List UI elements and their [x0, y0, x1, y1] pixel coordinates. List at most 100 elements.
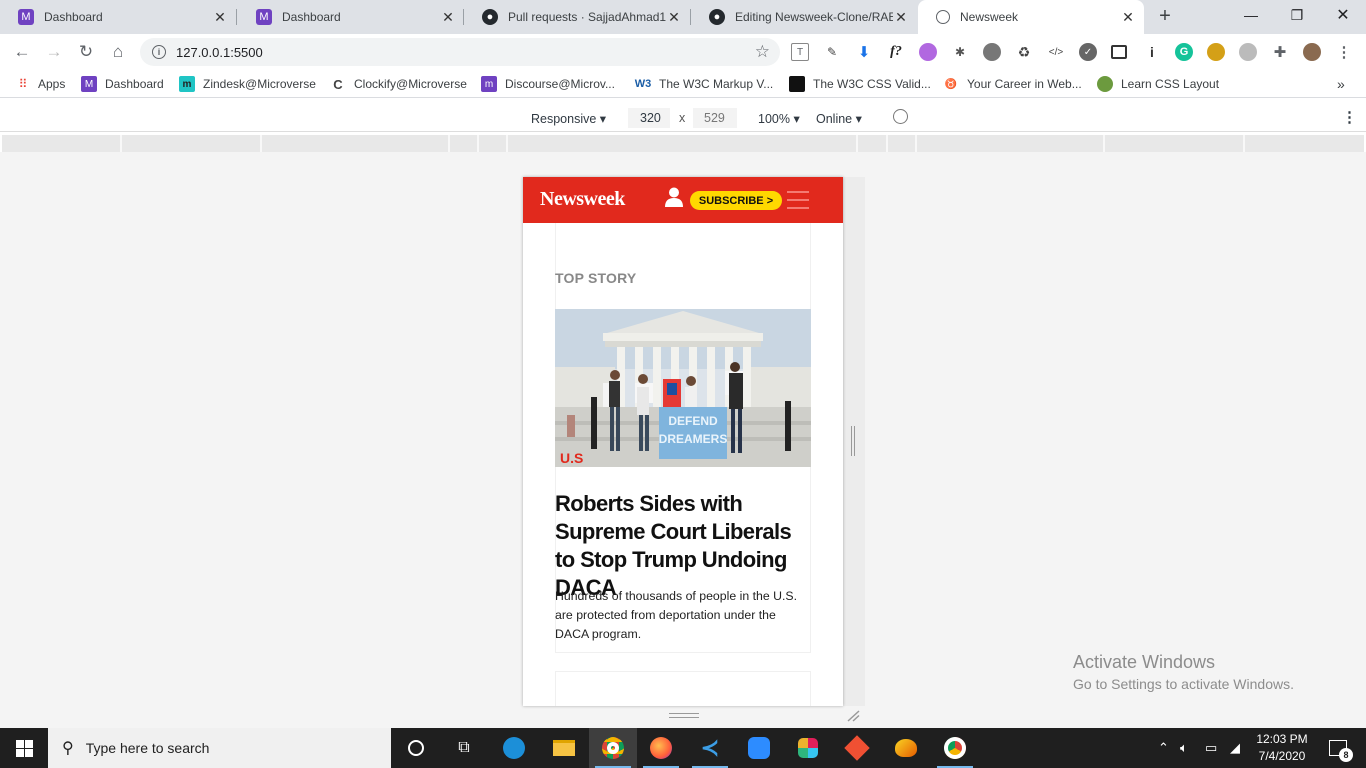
- throttle-select-label: Online: [816, 112, 853, 126]
- color-extension-icon[interactable]: [919, 43, 937, 61]
- battery-icon[interactable]: ▭: [1205, 740, 1217, 756]
- system-clock[interactable]: 12:03 PM 7/4/2020: [1254, 731, 1310, 765]
- download-extension-icon[interactable]: ⬇: [855, 43, 873, 61]
- close-icon[interactable]: ✕: [440, 9, 456, 25]
- taskbar-search[interactable]: ⚲ Type here to search: [48, 728, 391, 768]
- resize-handle-right[interactable]: [851, 426, 855, 456]
- bookmark-w3c-css[interactable]: The W3C CSS Valid...: [789, 76, 931, 92]
- tab-dashboard-1[interactable]: M Dashboard ✕: [0, 0, 236, 34]
- tab-strip: M Dashboard ✕ M Dashboard ✕ ● Pull reque…: [0, 0, 1366, 34]
- resize-handle-bottom[interactable]: [669, 713, 699, 718]
- more-bookmarks-icon[interactable]: »: [1337, 76, 1345, 92]
- menu-kebab-icon[interactable]: ⋮: [1335, 43, 1353, 61]
- settings-extension-icon[interactable]: [983, 43, 1001, 61]
- text-extension-icon[interactable]: T: [791, 43, 809, 61]
- wifi-icon[interactable]: ◢: [1230, 740, 1240, 756]
- rotate-icon[interactable]: [889, 105, 912, 128]
- tab-editing-newsweek[interactable]: ● Editing Newsweek-Clone/RAED ✕: [691, 0, 917, 34]
- dimension-times: x: [679, 111, 686, 125]
- category-tag[interactable]: U.S: [560, 450, 583, 466]
- chrome-taskbar-icon-2[interactable]: [931, 728, 979, 768]
- bookmark-dashboard[interactable]: M Dashboard: [81, 76, 164, 92]
- url-text[interactable]: 127.0.0.1:5500: [176, 45, 263, 60]
- story-summary: Hundreds of thousands of people in the U…: [555, 589, 797, 641]
- user-icon[interactable]: [665, 187, 683, 207]
- recycle-extension-icon[interactable]: ♻: [1015, 43, 1033, 61]
- new-tab-button[interactable]: +: [1154, 5, 1176, 27]
- microverse-icon: m: [481, 76, 497, 92]
- activate-windows-subtitle: Go to Settings to activate Windows.: [1073, 676, 1294, 692]
- profile-avatar[interactable]: [1303, 43, 1321, 61]
- check-extension-icon[interactable]: ✓: [1079, 43, 1097, 61]
- chrome-taskbar-icon[interactable]: [589, 728, 637, 768]
- task-view-icon[interactable]: ⧉: [440, 728, 488, 768]
- volume-icon[interactable]: 🔈︎: [1180, 740, 1188, 756]
- eyedropper-extension-icon[interactable]: ✎: [823, 43, 841, 61]
- bookmark-label: Zindesk@Microverse: [203, 77, 316, 91]
- bookmark-learn-css[interactable]: Learn CSS Layout: [1097, 76, 1219, 92]
- bookmark-zindesk[interactable]: m Zindesk@Microverse: [179, 76, 316, 92]
- bookmark-star-icon[interactable]: ☆: [755, 42, 770, 62]
- media-query-bar[interactable]: [2, 135, 1364, 152]
- tab-newsweek[interactable]: Newsweek ✕: [918, 0, 1144, 34]
- git-icon[interactable]: [833, 728, 881, 768]
- bug-extension-icon[interactable]: ✱: [951, 43, 969, 61]
- device-toolbar-menu-icon[interactable]: ⋮: [1342, 108, 1357, 126]
- cortana-icon[interactable]: [392, 728, 440, 768]
- wappalyzer-icon[interactable]: [1207, 43, 1225, 61]
- w3c-css-icon: [789, 76, 805, 92]
- minimize-button[interactable]: —: [1228, 0, 1274, 30]
- address-bar[interactable]: i 127.0.0.1:5500 ☆: [140, 38, 780, 66]
- show-hidden-icons-icon[interactable]: ⌃: [1158, 740, 1169, 756]
- story-photo[interactable]: DEFEND DREAMERS: [555, 309, 811, 467]
- bookmark-career[interactable]: ♉ Your Career in Web...: [943, 76, 1082, 92]
- tab-dashboard-2[interactable]: M Dashboard ✕: [238, 0, 464, 34]
- newsweek-logo[interactable]: Newsweek: [540, 188, 625, 211]
- file-explorer-icon[interactable]: [540, 728, 588, 768]
- compass-extension-icon[interactable]: [1239, 43, 1257, 61]
- bookmark-label: Dashboard: [105, 77, 164, 91]
- code-extension-icon[interactable]: </>: [1047, 43, 1065, 61]
- info-extension-icon[interactable]: i: [1143, 43, 1161, 61]
- info-icon[interactable]: i: [152, 45, 166, 59]
- restore-button[interactable]: ❐: [1274, 0, 1320, 30]
- bookmark-clockify[interactable]: C Clockify@Microverse: [330, 76, 467, 92]
- reload-button[interactable]: ↻: [74, 40, 98, 64]
- zoom-icon[interactable]: [735, 728, 783, 768]
- close-icon[interactable]: ✕: [1120, 9, 1136, 25]
- screenshot-extension-icon[interactable]: [1111, 45, 1127, 59]
- notifications-icon[interactable]: 8: [1318, 728, 1358, 768]
- close-icon[interactable]: ✕: [212, 9, 228, 25]
- bookmark-apps[interactable]: ⠿ Apps: [14, 76, 66, 92]
- zoom-select[interactable]: 100% ▾: [758, 111, 800, 126]
- home-button[interactable]: ⌂: [106, 40, 130, 64]
- throttle-select[interactable]: Online ▾: [816, 111, 862, 126]
- close-icon[interactable]: ✕: [666, 9, 682, 25]
- back-button[interactable]: ←: [10, 40, 34, 64]
- slack-icon[interactable]: [784, 728, 832, 768]
- fonts-extension-icon[interactable]: f?: [887, 43, 905, 61]
- extensions-puzzle-icon[interactable]: ✚: [1271, 43, 1289, 61]
- firefox-icon[interactable]: [637, 728, 685, 768]
- bookmark-w3c-markup[interactable]: W3 The W3C Markup V...: [635, 76, 774, 92]
- vscode-icon[interactable]: ≺: [686, 728, 734, 768]
- bookmark-label: The W3C CSS Valid...: [813, 77, 931, 91]
- close-icon[interactable]: ✕: [893, 9, 909, 25]
- grammarly-icon[interactable]: G: [1175, 43, 1193, 61]
- height-input[interactable]: 529: [693, 108, 737, 128]
- mq-divider: [260, 135, 262, 152]
- device-select[interactable]: Responsive ▾: [531, 111, 606, 126]
- mq-divider: [1103, 135, 1105, 152]
- bookmark-discourse[interactable]: m Discourse@Microv...: [481, 76, 615, 92]
- resize-handle-corner[interactable]: [846, 710, 860, 722]
- forward-button[interactable]: →: [42, 40, 66, 64]
- close-window-button[interactable]: ✕: [1320, 0, 1366, 30]
- subscribe-button[interactable]: SUBSCRIBE >: [690, 191, 782, 210]
- edge-icon[interactable]: [490, 728, 538, 768]
- tab-pull-requests[interactable]: ● Pull requests · SajjadAhmad14/ ✕: [464, 0, 690, 34]
- start-button[interactable]: [0, 728, 48, 768]
- width-input[interactable]: 320: [628, 108, 670, 128]
- hamburger-menu-icon[interactable]: [787, 191, 809, 209]
- story-headline[interactable]: Roberts Sides with Supreme Court Liberal…: [555, 490, 811, 602]
- paint-icon[interactable]: [882, 728, 930, 768]
